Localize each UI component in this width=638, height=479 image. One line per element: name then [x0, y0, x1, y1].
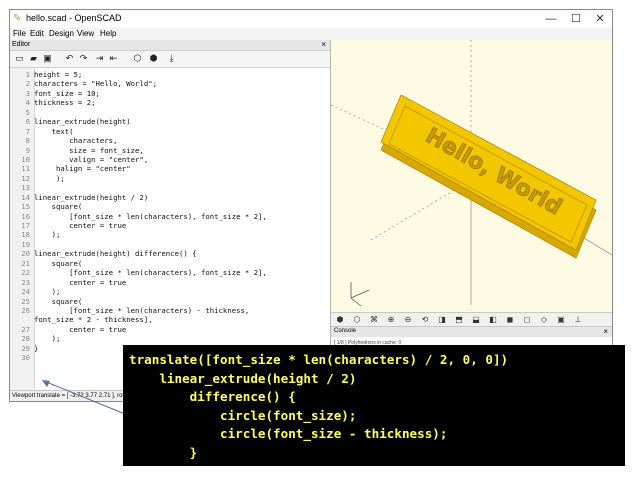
- snippet-line: circle(font_size);: [129, 407, 357, 423]
- snippet-line: circle(font_size - thickness);: [129, 426, 448, 441]
- callout-line: [43, 380, 126, 415]
- callout-arrowhead: [42, 380, 50, 387]
- snippet-line: difference() {: [129, 389, 296, 404]
- snippet-line: linear_extrude(height / 2): [129, 370, 357, 386]
- snippet-line: }: [129, 444, 198, 460]
- code-snippet-overlay: translate([font_size * len(characters) /…: [123, 345, 625, 466]
- snippet-line: translate([font_size * len(characters) /…: [129, 352, 509, 367]
